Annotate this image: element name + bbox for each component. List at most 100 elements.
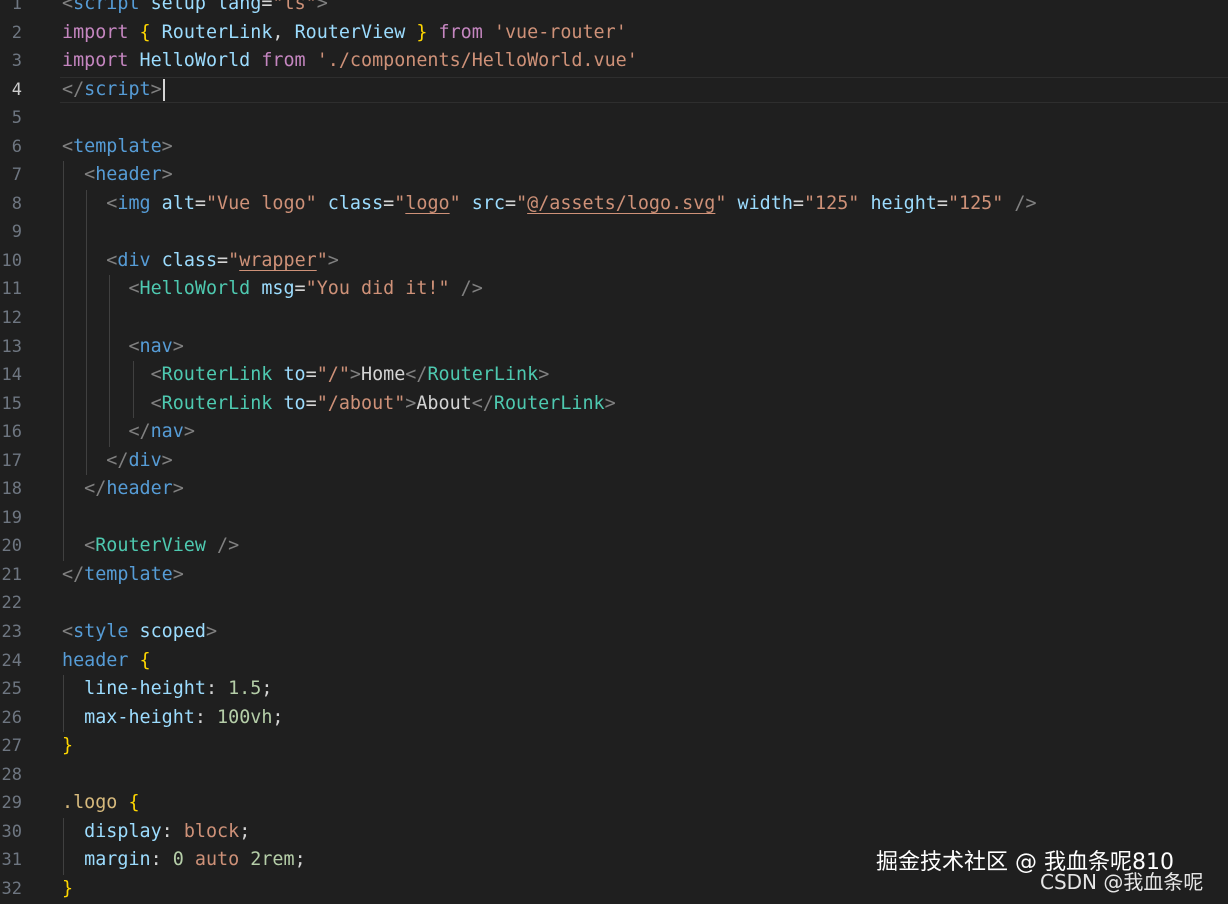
code-token: " bbox=[228, 249, 240, 271]
line-number-text: 16 bbox=[1, 422, 22, 443]
code-line[interactable]: 20 <RouterView /> bbox=[0, 532, 1228, 561]
code-token: script bbox=[73, 0, 140, 14]
code-token: 'vue-router' bbox=[493, 21, 627, 43]
code-line[interactable]: 7 <header> bbox=[0, 161, 1228, 190]
code-token: < bbox=[84, 164, 96, 186]
code-line[interactable]: 10 <div class="wrapper"> bbox=[0, 246, 1228, 276]
code-token: : bbox=[205, 678, 229, 700]
code-token: "/about" bbox=[316, 392, 406, 414]
code-line[interactable]: 12 bbox=[0, 304, 1228, 333]
code-line[interactable]: 5 bbox=[0, 104, 1228, 133]
code-line[interactable]: 30 display: block; bbox=[0, 817, 1228, 847]
code-token: from bbox=[438, 21, 483, 43]
code-line[interactable]: 27} bbox=[0, 732, 1228, 761]
text-cursor bbox=[162, 78, 165, 101]
code-token: = bbox=[305, 364, 317, 386]
code-token: = bbox=[504, 192, 517, 214]
code-token: "Vue logo" bbox=[205, 192, 317, 214]
code-line[interactable]: 24 header { bbox=[0, 647, 1228, 676]
line-number: 26 bbox=[0, 704, 40, 733]
code-token: src bbox=[471, 192, 505, 214]
line-number-text: 9 bbox=[11, 222, 22, 243]
code-line[interactable]: 16 </nav> bbox=[0, 418, 1228, 447]
code-line[interactable]: 13 <nav> bbox=[0, 332, 1228, 362]
code-token: ; bbox=[239, 820, 251, 842]
code-token: .logo bbox=[62, 792, 118, 814]
code-line[interactable]: 6 <template> bbox=[0, 133, 1228, 162]
line-number: 17 bbox=[0, 447, 40, 476]
code-line[interactable]: 2 import { RouterLink, RouterView } from … bbox=[0, 19, 1228, 48]
code-token: auto bbox=[194, 849, 240, 871]
code-line[interactable]: 28 bbox=[0, 761, 1228, 790]
code-line[interactable]: 1 <script setup lang="ts"> bbox=[0, 0, 1228, 19]
code-line[interactable]: 17 </div> bbox=[0, 446, 1228, 476]
code-token: alt bbox=[161, 192, 195, 214]
code-line[interactable]: 15 <RouterLink to="/about">About</Router… bbox=[0, 389, 1228, 419]
code-token: './components/HelloWorld.vue' bbox=[316, 50, 638, 72]
code-line[interactable]: 25 line-height: 1.5; bbox=[0, 675, 1228, 704]
code-line[interactable]: 4 </script> bbox=[0, 76, 1228, 105]
code-text: display: block; bbox=[62, 818, 250, 847]
code-token: " bbox=[516, 192, 528, 214]
code-token: /> bbox=[460, 278, 483, 300]
code-text: line-height: 1.5; bbox=[62, 675, 272, 704]
line-number-text: 30 bbox=[1, 821, 22, 842]
code-line[interactable]: 22 bbox=[0, 589, 1228, 618]
line-number: 29 bbox=[0, 789, 40, 818]
code-token: > bbox=[172, 478, 184, 500]
code-token: > bbox=[349, 364, 361, 386]
code-line[interactable]: 3 import HelloWorld from './components/He… bbox=[0, 47, 1228, 76]
code-token: : bbox=[161, 820, 184, 842]
code-token: > bbox=[150, 78, 162, 100]
code-line[interactable]: 19 bbox=[0, 503, 1228, 533]
code-token: 100vh bbox=[217, 706, 273, 728]
code-line[interactable]: 18 </header> bbox=[0, 475, 1228, 504]
code-token: nav bbox=[139, 335, 173, 357]
code-text: <style scoped> bbox=[62, 618, 217, 647]
code-token: "/" bbox=[316, 364, 350, 386]
code-text: <header> bbox=[62, 161, 173, 190]
line-number-text: 6 bbox=[11, 136, 22, 157]
line-number-text: 13 bbox=[1, 336, 22, 357]
indent-guide bbox=[63, 503, 64, 533]
code-token: line-height bbox=[84, 678, 206, 700]
code-line[interactable]: 21 </template> bbox=[0, 561, 1228, 590]
code-token: template bbox=[73, 135, 162, 157]
code-text: <script setup lang="ts"> bbox=[62, 0, 328, 19]
code-line[interactable]: 23 <style scoped> bbox=[0, 618, 1228, 647]
code-line[interactable]: 14 <RouterLink to="/">Home</RouterLink> bbox=[0, 361, 1228, 390]
code-token: </ bbox=[62, 563, 85, 585]
code-editor[interactable]: 1 <script setup lang="ts"> 2 import { Route… bbox=[0, 0, 1228, 904]
code-token: width bbox=[737, 192, 793, 214]
code-line[interactable]: 9 bbox=[0, 218, 1228, 247]
code-token: logo bbox=[405, 192, 450, 214]
indent-guide bbox=[109, 304, 111, 333]
code-token: = bbox=[194, 192, 206, 214]
code-line[interactable]: 29 .logo { bbox=[0, 789, 1228, 818]
code-line[interactable]: 26 max-height: 100vh; bbox=[0, 703, 1228, 733]
code-token: class bbox=[327, 192, 384, 214]
code-token: > bbox=[172, 563, 184, 585]
code-line[interactable]: 11 <HelloWorld msg="You did it!" /> bbox=[0, 275, 1228, 305]
code-token: > bbox=[172, 335, 184, 357]
code-text: margin: 0 auto 2rem; bbox=[62, 846, 306, 875]
code-text: max-height: 100vh; bbox=[62, 704, 283, 733]
line-number-text: 31 bbox=[1, 850, 22, 871]
code-line[interactable]: 8 <img alt="Vue logo" class="logo" src="… bbox=[0, 189, 1228, 219]
code-text: <img alt="Vue logo" class="logo" src="@/… bbox=[62, 190, 1036, 219]
code-token: = bbox=[294, 278, 306, 300]
code-token: to bbox=[283, 392, 306, 414]
